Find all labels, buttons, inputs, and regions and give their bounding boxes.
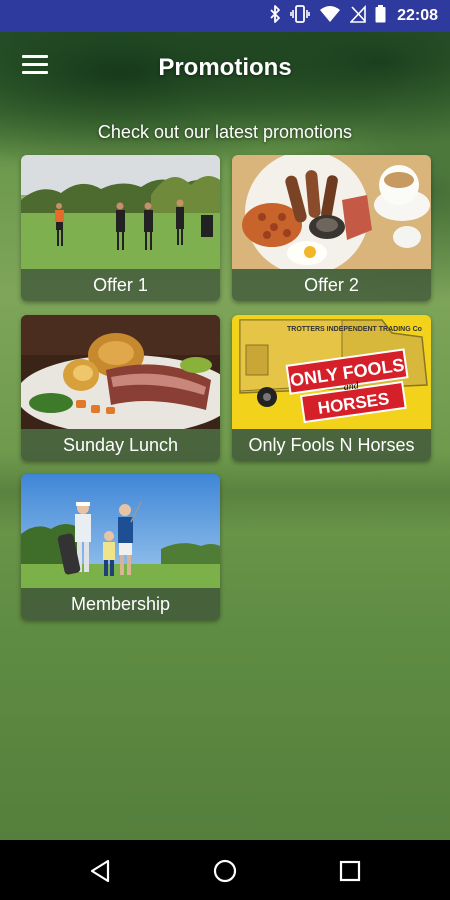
- promotion-label: Offer 2: [232, 269, 431, 301]
- recents-icon[interactable]: [335, 856, 365, 886]
- promotion-card-offer-1[interactable]: Offer 1: [21, 155, 220, 301]
- van-text: TROTTERS INDEPENDENT TRADING Co: [287, 326, 422, 333]
- membership-golfers-image: [21, 474, 220, 588]
- only-fools-van-image: TROTTERS INDEPENDENT TRADING Co ONLY FOO…: [232, 315, 431, 429]
- promotion-label: Membership: [21, 588, 220, 620]
- status-bar: 22:08: [0, 0, 450, 32]
- system-navigation-bar: [0, 840, 450, 900]
- back-icon[interactable]: [86, 856, 116, 886]
- sunday-lunch-roast-image: [21, 315, 220, 429]
- promotions-subtitle: Check out our latest promotions: [97, 122, 353, 142]
- battery-icon: [375, 4, 386, 28]
- promotion-label: Sunday Lunch: [21, 429, 220, 461]
- promotion-card-only-fools-n-horses[interactable]: TROTTERS INDEPENDENT TRADING Co ONLY FOO…: [232, 315, 431, 461]
- promotion-card-membership[interactable]: Membership: [21, 474, 220, 620]
- promotion-card-sunday-lunch[interactable]: Sunday Lunch: [21, 315, 220, 461]
- page-title: Promotions: [158, 54, 292, 81]
- logo-line-2: and: [343, 380, 360, 393]
- status-time: 22:08: [397, 7, 438, 24]
- wifi-icon: [319, 5, 341, 28]
- no-signal-icon: [349, 4, 366, 28]
- promotion-label: Only Fools N Horses: [232, 429, 431, 461]
- offer-2-breakfast-image: [232, 155, 431, 269]
- home-icon[interactable]: [210, 856, 240, 886]
- promotion-label: Offer 1: [21, 269, 220, 301]
- offer-1-golfers-image: [21, 155, 220, 269]
- app-bar: Promotions: [0, 32, 450, 102]
- promotion-card-offer-2[interactable]: Offer 2: [232, 155, 431, 301]
- vibrate-icon: [290, 4, 310, 28]
- bluetooth-icon: [269, 4, 281, 28]
